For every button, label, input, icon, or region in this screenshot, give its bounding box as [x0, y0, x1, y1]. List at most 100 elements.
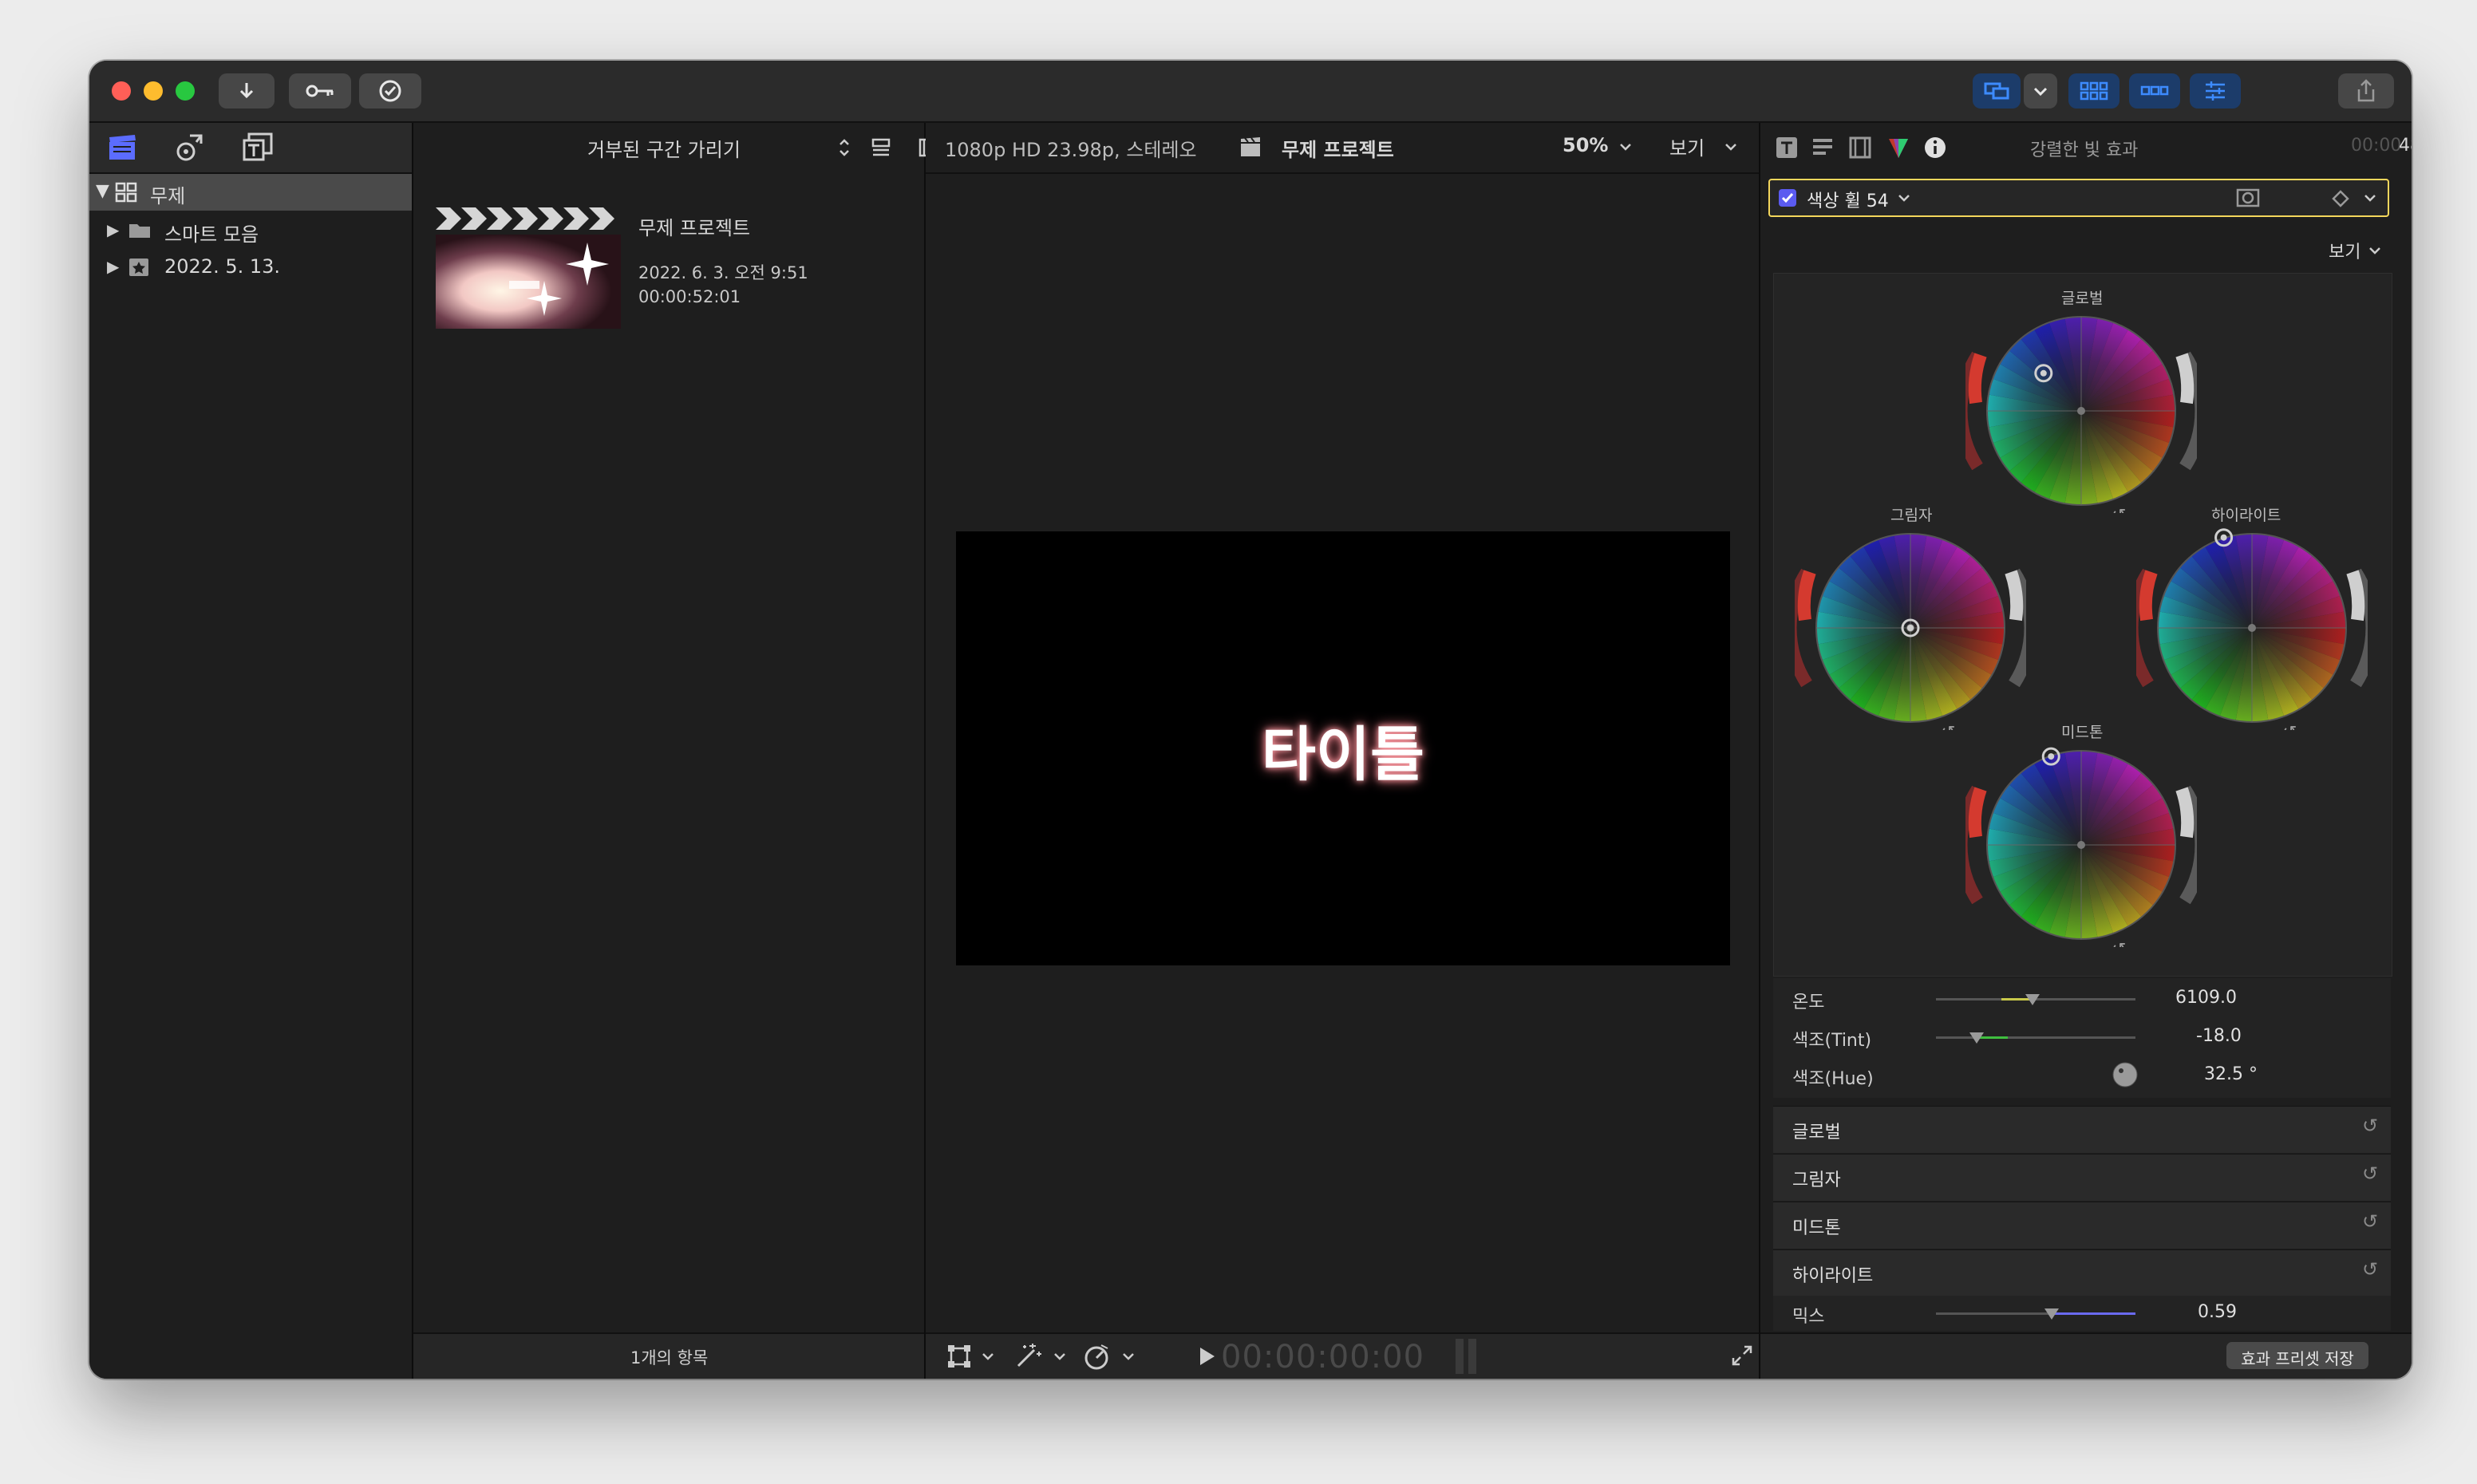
- up-down-chevron-icon[interactable]: [838, 137, 851, 158]
- save-effect-preset-label: 효과 프리셋 저장: [2241, 1349, 2354, 1368]
- svg-text:↺: ↺: [2282, 723, 2297, 730]
- minimize-window-button[interactable]: [144, 81, 163, 101]
- viewer-project-name: 무제 프로젝트: [1282, 139, 1394, 161]
- info-icon[interactable]: [1923, 136, 1947, 160]
- tint-slider-handle[interactable]: [1969, 1032, 1984, 1044]
- section-label: 글로벌: [1792, 1123, 1841, 1143]
- sidebar-item-smart-collections[interactable]: ▶ 스마트 모음: [89, 212, 412, 249]
- libraries-icon[interactable]: [107, 132, 139, 163]
- viewer-header: 1080p HD 23.98p, 스테레오 무제 프로젝트 50% 보기: [926, 123, 1759, 174]
- section-label: 하이라이트: [1792, 1266, 1874, 1286]
- chevron-down-icon[interactable]: [2364, 193, 2376, 203]
- sidebar-tabs: [89, 123, 412, 174]
- shadows-color-wheel[interactable]: ↺: [1784, 526, 2037, 743]
- viewer-options-dropdown[interactable]: [2024, 73, 2057, 109]
- keyword-editor-button[interactable]: [289, 73, 351, 109]
- video-inspector-icon[interactable]: [1848, 136, 1872, 160]
- clip-list: 무제 프로젝트 2022. 6. 3. 오전 9:51 00:00:52:01: [413, 172, 924, 1332]
- midtones-color-wheel[interactable]: ↺: [1954, 743, 2208, 960]
- viewer-toggle-button[interactable]: [1973, 73, 2021, 109]
- zoom-level-popup[interactable]: 50%: [1562, 134, 1608, 156]
- zoom-window-button[interactable]: [176, 81, 195, 101]
- project-thumbnail[interactable]: [436, 204, 621, 329]
- retime-speedometer-icon[interactable]: [1082, 1342, 1111, 1371]
- inspector-panel: 강렬한 빛 효과 00:00 48:09 색상 휠 54 보기 글로벌 그림자 …: [1760, 123, 2412, 1379]
- text-inspector-icon[interactable]: [1811, 137, 1834, 158]
- param-value-tint[interactable]: -18.0: [2196, 1026, 2242, 1046]
- import-button[interactable]: [219, 73, 275, 109]
- inspector-toggle-button[interactable]: [2190, 73, 2241, 109]
- sidebar-item-event[interactable]: ▶ 2022. 5. 13.: [89, 249, 412, 286]
- background-tasks-button[interactable]: [359, 73, 421, 109]
- param-value-temperature[interactable]: 6109.0: [2175, 988, 2237, 1008]
- color-inspector-icon[interactable]: [1886, 136, 1910, 160]
- mix-value[interactable]: 0.59: [2198, 1302, 2237, 1322]
- keyframe-diamond-icon[interactable]: [2332, 190, 2349, 207]
- list-view-icon[interactable]: [870, 137, 892, 158]
- transform-icon[interactable]: [946, 1344, 972, 1369]
- mask-icon[interactable]: [2236, 188, 2260, 207]
- chevron-down-icon[interactable]: [1618, 142, 1633, 152]
- magic-wand-icon[interactable]: [1013, 1342, 1042, 1371]
- mix-slider-handle[interactable]: [2044, 1308, 2059, 1320]
- browser-toggle-button[interactable]: [2068, 73, 2119, 109]
- temperature-slider-handle[interactable]: [2025, 994, 2040, 1005]
- brightness-gauge-fill: [2175, 353, 2195, 405]
- section-midtones[interactable]: 미드톤 ↺: [1773, 1202, 2391, 1249]
- section-shadows[interactable]: 그림자 ↺: [1773, 1154, 2391, 1201]
- saturation-gauge-fill: [1968, 787, 1987, 839]
- hue-dial-icon[interactable]: [2112, 1061, 2139, 1088]
- photos-audio-icon[interactable]: [174, 131, 207, 163]
- reset-icon[interactable]: ↺: [2362, 1258, 2378, 1281]
- chevron-down-icon[interactable]: [1898, 193, 1910, 203]
- fullscreen-icon[interactable]: [1730, 1344, 1754, 1368]
- chevron-down-icon[interactable]: [2368, 246, 2381, 255]
- brightness-gauge-fill: [2005, 570, 2024, 622]
- sidebar-item-label: 무제: [150, 185, 186, 207]
- global-color-wheel[interactable]: ↺: [1954, 309, 2208, 526]
- reset-icon[interactable]: ↺: [2362, 1162, 2378, 1185]
- highlights-color-wheel[interactable]: ↺: [2125, 526, 2379, 743]
- enable-checkbox[interactable]: [1778, 188, 1797, 207]
- play-icon[interactable]: [1197, 1345, 1216, 1368]
- disclosure-open-icon[interactable]: ▼: [96, 181, 109, 201]
- project-duration: 00:00:52:01: [638, 287, 741, 306]
- reset-icon[interactable]: ↺: [2362, 1210, 2378, 1233]
- item-count: 1개의 항목: [630, 1348, 709, 1368]
- clip-filter-popup[interactable]: 거부된 구간 가리기: [587, 134, 741, 162]
- wheel-label-shadows: 그림자: [1890, 507, 1933, 524]
- param-value-hue[interactable]: 32.5 °: [2204, 1064, 2258, 1084]
- tint-slider[interactable]: [1936, 1036, 2135, 1039]
- libraries-sidebar: ▼ 무제 ▶ 스마트 모음 ▶ 2022. 5. 13.: [89, 123, 413, 1379]
- disclosure-closed-icon[interactable]: ▶: [107, 220, 119, 239]
- chevron-down-icon[interactable]: [1122, 1352, 1135, 1361]
- disclosure-closed-icon[interactable]: ▶: [107, 257, 119, 276]
- timeline-toggle-button[interactable]: [2129, 73, 2180, 109]
- svg-text:↺: ↺: [2112, 506, 2126, 513]
- wheels-view-menu[interactable]: 보기: [2329, 238, 2360, 263]
- save-effect-preset-button[interactable]: 효과 프리셋 저장: [2226, 1342, 2368, 1369]
- wheel-label-highlights: 하이라이트: [2211, 507, 2281, 524]
- title-overlay-text: 타이틀: [1261, 720, 1425, 789]
- project-date: 2022. 6. 3. 오전 9:51: [638, 263, 808, 282]
- title-inspector-icon[interactable]: [1775, 136, 1799, 160]
- sidebar-item-library[interactable]: ▼ 무제: [89, 174, 412, 211]
- color-board-selector[interactable]: 색상 휠 54: [1768, 179, 2389, 217]
- section-highlights[interactable]: 하이라이트 ↺: [1773, 1249, 2391, 1297]
- param-label-tint: 색조(Tint): [1792, 1031, 1872, 1051]
- app-window: ▼ 무제 ▶ 스마트 모음 ▶ 2022. 5. 13. 거부된 구간 가리기: [89, 61, 2412, 1379]
- chevron-down-icon[interactable]: [1724, 142, 1738, 152]
- saturation-gauge-fill: [1797, 570, 1816, 622]
- share-button[interactable]: [2338, 73, 2394, 109]
- video-canvas[interactable]: 타이틀: [956, 531, 1730, 965]
- chevron-down-icon[interactable]: [1053, 1352, 1066, 1361]
- titles-generators-icon[interactable]: [241, 131, 275, 163]
- browser-grid-icon: [2080, 81, 2108, 101]
- reset-icon[interactable]: ↺: [2362, 1115, 2378, 1137]
- close-window-button[interactable]: [112, 81, 131, 101]
- section-global[interactable]: 글로벌 ↺: [1773, 1106, 2391, 1153]
- browser-header: 거부된 구간 가리기: [413, 123, 987, 172]
- chevron-down-icon[interactable]: [982, 1352, 994, 1361]
- viewer-view-menu[interactable]: 보기: [1669, 132, 1705, 160]
- wheel-label-global: 글로벌: [2061, 290, 2104, 307]
